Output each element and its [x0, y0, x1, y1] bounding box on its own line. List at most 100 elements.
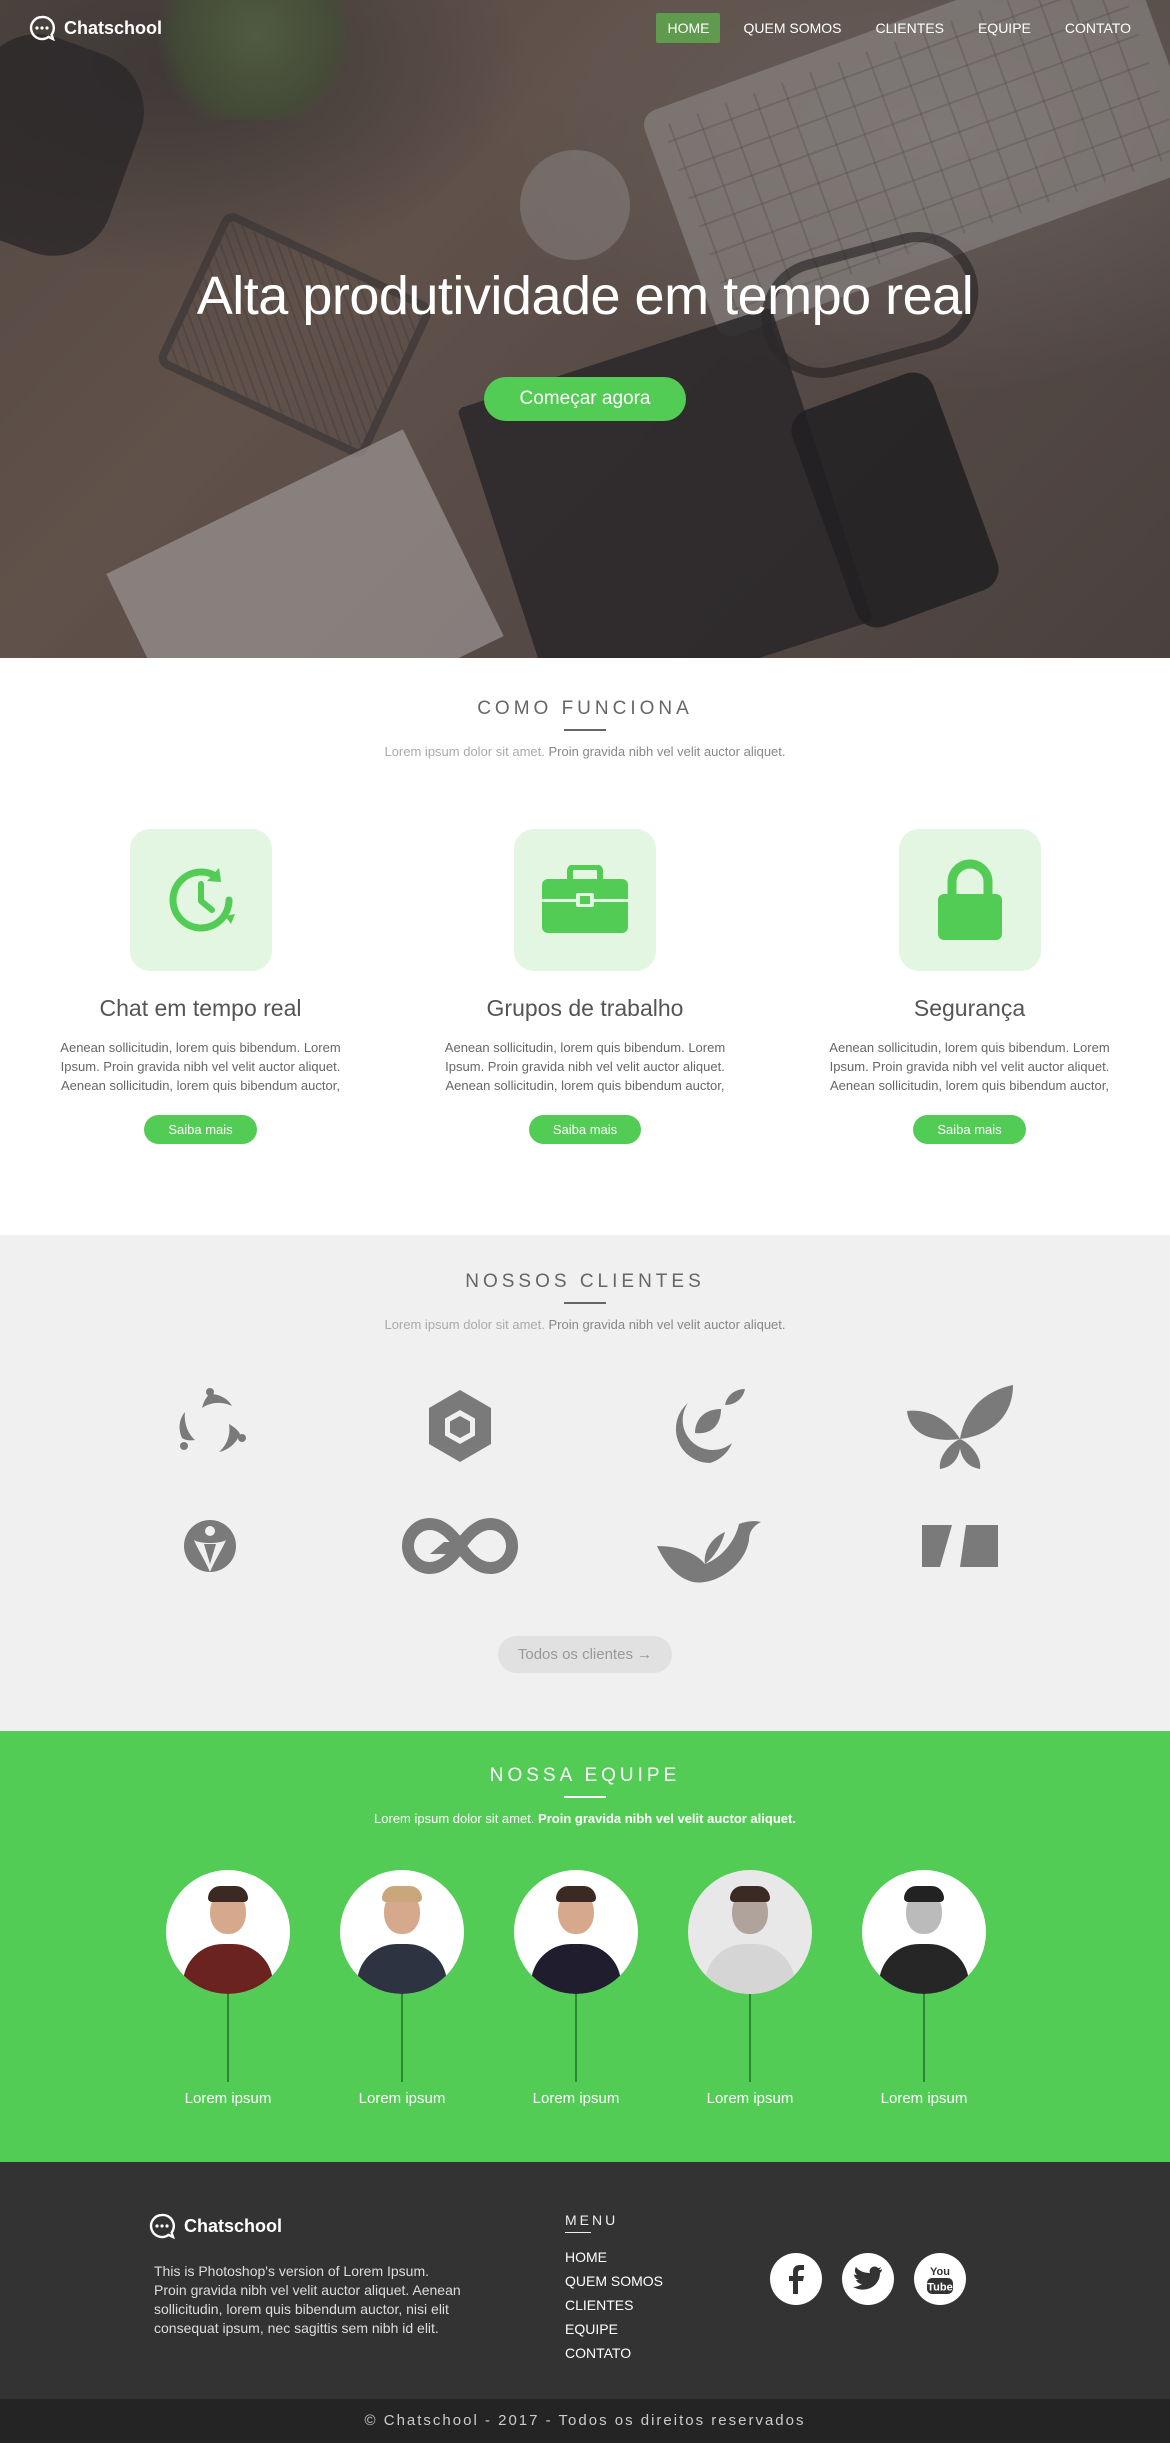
bird-logo[interactable] [585, 1496, 835, 1596]
all-clients-button[interactable]: Todos os clientes → [497, 1636, 673, 1673]
hero-section: Chatschool HOME QUEM SOMOS CLIENTES EQUI… [0, 0, 1170, 658]
svg-text:Tube: Tube [927, 2282, 952, 2294]
section-subtitle: Lorem ipsum dolor sit amet. Proin gravid… [0, 744, 1170, 759]
footer-menu-title: MENU [565, 2212, 619, 2228]
infinity-logo[interactable] [335, 1496, 585, 1596]
facebook-icon[interactable] [770, 2253, 822, 2305]
person-circle-logo[interactable] [85, 1496, 335, 1596]
svg-text:You: You [930, 2266, 950, 2278]
subtitle-light-text: Lorem ipsum dolor sit amet. [384, 1317, 549, 1332]
footer-brand-link[interactable]: Chatschool [148, 2212, 282, 2240]
hero-content: Alta produtividade em tempo real Começar… [0, 265, 1170, 421]
leaves-logo[interactable] [835, 1376, 1085, 1476]
member-name: Lorem ipsum [532, 2090, 620, 2107]
footer-menu-underline [565, 2232, 591, 2233]
avatar-body [357, 1944, 447, 1994]
nav-item-equipe[interactable]: EQUIPE [967, 13, 1042, 43]
features-row: Chat em tempo real Aenean sollicitudin, … [0, 829, 1170, 1144]
team-section: NOSSA EQUIPE Lorem ipsum dolor sit amet.… [0, 1731, 1170, 2162]
learn-more-button-security[interactable]: Saiba mais [913, 1115, 1026, 1144]
member-name: Lorem ipsum [358, 2090, 446, 2107]
nav-item-contato[interactable]: CONTATO [1054, 13, 1142, 43]
avatar [166, 1870, 290, 1994]
how-it-works-section: COMO FUNCIONA Lorem ipsum dolor sit amet… [0, 658, 1170, 1235]
team-member[interactable]: Lorem ipsum [166, 1870, 290, 2107]
team-member[interactable]: Lorem ipsum [862, 1870, 986, 2107]
connector-line [401, 1994, 403, 2082]
subtitle-light-text: Lorem ipsum dolor sit amet. [384, 744, 549, 759]
youtube-icon[interactable]: You Tube [914, 2253, 966, 2305]
footer-link-clientes[interactable]: CLIENTES [565, 2293, 663, 2317]
avatar-hair [208, 1886, 248, 1902]
member-name: Lorem ipsum [880, 2090, 968, 2107]
nav-menu: HOME QUEM SOMOS CLIENTES EQUIPE CONTATO [656, 13, 1142, 43]
feature-text: Aenean sollicitudin, lorem quis bibendum… [829, 1040, 1110, 1093]
team-member[interactable]: Lorem ipsum [340, 1870, 464, 2107]
avatar-hair [904, 1886, 944, 1902]
title-underline [564, 1302, 606, 1304]
team-member[interactable]: Lorem ipsum [688, 1870, 812, 2107]
avatar-hair [730, 1886, 770, 1902]
connector-line [575, 1994, 577, 2082]
member-name: Lorem ipsum [184, 2090, 272, 2107]
section-title: NOSSOS CLIENTES [465, 1271, 705, 1292]
chat-bubble-icon [148, 2212, 176, 2240]
nav-item-home[interactable]: HOME [656, 13, 721, 43]
footer-menu: MENU HOME QUEM SOMOS CLIENTES EQUIPE CON… [565, 2212, 663, 2365]
avatar-hair [556, 1886, 596, 1902]
brand-logo-link[interactable]: Chatschool [28, 14, 162, 42]
team-members-row: Lorem ipsum Lorem ipsum Lorem ipsum Lore… [0, 1870, 1170, 2107]
footer-link-home[interactable]: HOME [565, 2245, 663, 2269]
avatar [688, 1870, 812, 1994]
nav-item-clientes[interactable]: CLIENTES [865, 13, 955, 43]
title-underline [564, 729, 606, 731]
clock-refresh-icon [129, 829, 272, 971]
briefcase-icon [514, 829, 656, 971]
footer-links: HOME QUEM SOMOS CLIENTES EQUIPE CONTATO [565, 2245, 663, 2365]
footer-about-text: This is Photoshop's version of Lorem Ips… [154, 2263, 461, 2336]
padlock-icon [898, 829, 1041, 971]
title-underline [564, 1796, 606, 1798]
feature-title: Segurança [913, 995, 1026, 1021]
leaf-orbit-logo[interactable] [585, 1376, 835, 1476]
hexagon-logo[interactable] [335, 1376, 585, 1476]
learn-more-button-groups[interactable]: Saiba mais [528, 1115, 642, 1144]
footer-link-contato[interactable]: CONTATO [565, 2341, 663, 2365]
avatar-hair [382, 1886, 422, 1902]
brand-name: Chatschool [64, 17, 163, 38]
nav-item-quem-somos[interactable]: QUEM SOMOS [732, 13, 852, 43]
footer-brand-name: Chatschool [184, 2215, 283, 2236]
twitter-icon[interactable] [842, 2253, 894, 2305]
start-now-button[interactable]: Começar agora [483, 377, 687, 421]
chat-bubble-icon [28, 14, 56, 42]
top-navbar: Chatschool HOME QUEM SOMOS CLIENTES EQUI… [0, 0, 1170, 56]
avatar-body [879, 1944, 969, 1994]
connector-line [923, 1994, 925, 2082]
member-name: Lorem ipsum [706, 2090, 794, 2107]
learn-more-button-chat[interactable]: Saiba mais [144, 1115, 257, 1144]
copyright-bar: © Chatschool - 2017 - Todos os direitos … [0, 2399, 1170, 2443]
feature-title: Grupos de trabalho [486, 995, 684, 1021]
client-logo-grid [85, 1376, 1085, 1596]
feature-title: Chat em tempo real [99, 995, 302, 1021]
feature-text: Aenean sollicitudin, lorem quis bibendum… [444, 1040, 726, 1093]
subtitle-dark-text: Proin gravida nibh vel velit auctor aliq… [548, 744, 786, 759]
avatar [514, 1870, 638, 1994]
feature-card-groups: Grupos de trabalho Aenean sollicitudin, … [443, 829, 728, 1144]
team-member[interactable]: Lorem ipsum [514, 1870, 638, 2107]
avatar-body [183, 1944, 273, 1994]
section-title: NOSSA EQUIPE [489, 1765, 681, 1786]
subtitle-dark-text: Proin gravida nibh vel velit auctor aliq… [538, 1811, 796, 1826]
n-block-logo[interactable] [835, 1496, 1085, 1596]
footer-link-equipe[interactable]: EQUIPE [565, 2317, 663, 2341]
connector-line [227, 1994, 229, 2082]
section-title: COMO FUNCIONA [477, 698, 693, 719]
section-subtitle: Lorem ipsum dolor sit amet. Proin gravid… [0, 1811, 1170, 1826]
footer-link-quem-somos[interactable]: QUEM SOMOS [565, 2269, 663, 2293]
section-subtitle: Lorem ipsum dolor sit amet. Proin gravid… [0, 1317, 1170, 1332]
avatar-body [531, 1944, 621, 1994]
circle-swirl-logo[interactable] [85, 1376, 335, 1476]
social-links: You Tube [770, 2253, 966, 2305]
feature-card-security: Segurança Aenean sollicitudin, lorem qui… [827, 829, 1112, 1144]
feature-text: Aenean sollicitudin, lorem quis bibendum… [60, 1040, 341, 1093]
